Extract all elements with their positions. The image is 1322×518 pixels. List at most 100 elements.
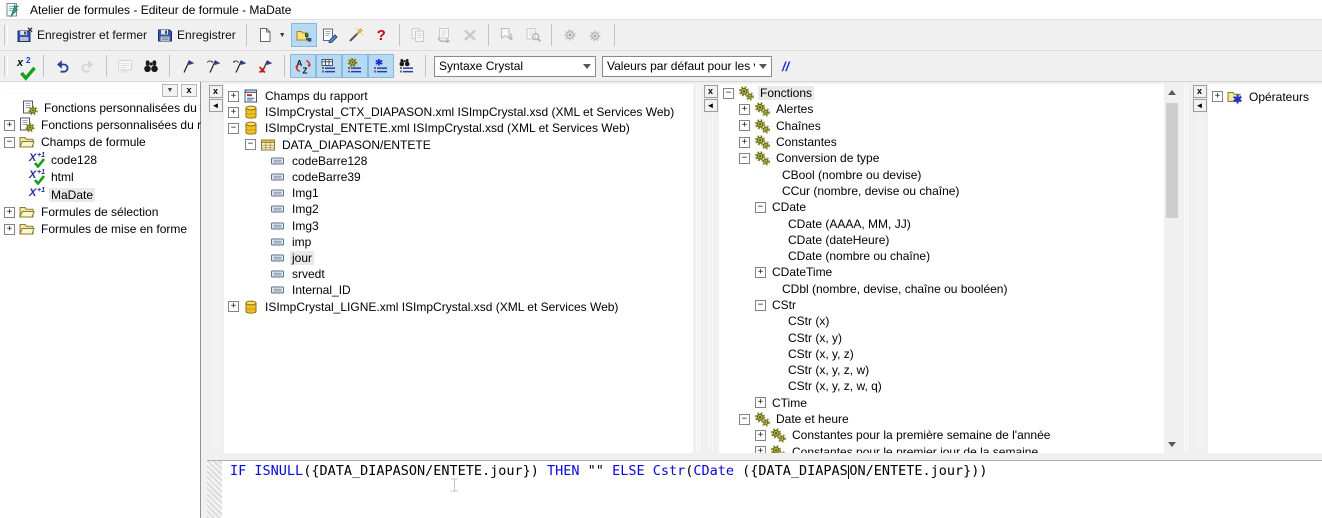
toolbar-gripper[interactable] xyxy=(4,56,8,76)
help-button[interactable]: ? xyxy=(369,23,394,48)
tree-item[interactable]: −Date et heure xyxy=(719,411,1164,427)
panel-close-button[interactable]: x xyxy=(181,84,197,97)
expand-toggle[interactable]: + xyxy=(755,446,766,453)
tree-item[interactable]: imp xyxy=(224,234,693,250)
clear-bookmarks-button[interactable] xyxy=(253,54,279,78)
expand-toggle[interactable]: + xyxy=(1212,91,1223,102)
horizontal-splitter[interactable] xyxy=(207,453,1322,460)
tree-item[interactable]: −CDate xyxy=(719,199,1164,215)
scrollbar-thumb[interactable] xyxy=(1166,103,1178,218)
save-close-button[interactable]: Enregistrer et fermer xyxy=(12,23,152,47)
syntax-select[interactable]: Syntaxe Crystal xyxy=(434,56,596,77)
operators-panel-collapse-button[interactable]: ◄ xyxy=(1193,99,1207,112)
prev-bookmark-button[interactable] xyxy=(227,54,253,78)
tree-item[interactable]: jour xyxy=(224,250,693,266)
tree-item[interactable]: +Alertes xyxy=(719,101,1164,117)
field-tree-toggle-button[interactable] xyxy=(316,54,342,78)
tree-item[interactable]: CStr (x, y) xyxy=(719,329,1164,345)
new-formula-button[interactable]: ▼ xyxy=(252,23,291,47)
null-defaults-select[interactable]: Valeurs par défaut pour les va xyxy=(602,56,772,77)
tree-item[interactable]: −Champs de formule xyxy=(0,134,200,151)
tree-item[interactable]: CDate (AAAA, MM, JJ) xyxy=(719,215,1164,231)
functions-panel-splitter[interactable] xyxy=(702,115,719,453)
expand-toggle[interactable]: − xyxy=(755,300,766,311)
tree-item[interactable]: +Chaînes xyxy=(719,118,1164,134)
tree-item[interactable]: −Fonctions xyxy=(719,85,1164,101)
functions-panel-close-button[interactable]: x xyxy=(704,85,718,98)
fields-panel-splitter[interactable] xyxy=(207,115,224,453)
tree-item[interactable]: +Fonctions personnalisées du réfé xyxy=(0,116,200,133)
expand-toggle[interactable]: + xyxy=(755,430,766,441)
scroll-up-arrow-icon[interactable] xyxy=(1164,84,1180,99)
next-bookmark-button[interactable] xyxy=(201,54,227,78)
tree-item[interactable]: +CTime xyxy=(719,395,1164,411)
tree-item[interactable]: +Champs du rapport xyxy=(224,88,693,104)
tree-item[interactable]: CStr (x) xyxy=(719,313,1164,329)
expand-toggle[interactable]: − xyxy=(245,139,256,150)
operator-tree-toggle-button[interactable] xyxy=(368,54,394,78)
save-button[interactable]: Enregistrer xyxy=(152,23,241,47)
tree-item[interactable]: −ISImpCrystal_ENTETE.xml ISImpCrystal.xs… xyxy=(224,120,693,136)
tree-item[interactable]: −Conversion de type xyxy=(719,150,1164,166)
tree-item[interactable]: CBool (nombre ou devise) xyxy=(719,166,1164,182)
tree-item[interactable]: +Constantes pour la première semaine de … xyxy=(719,427,1164,443)
tree-item[interactable]: srvedt xyxy=(224,266,693,282)
functions-scrollbar[interactable] xyxy=(1164,84,1180,453)
tree-item[interactable]: CDbl (nombre, devise, chaîne ou booléen) xyxy=(719,281,1164,297)
dropdown-arrow-icon[interactable]: ▼ xyxy=(279,32,286,39)
tree-item[interactable]: codeBarre39 xyxy=(224,169,693,185)
tree-item[interactable]: +Constantes xyxy=(719,134,1164,150)
scroll-down-arrow-icon[interactable] xyxy=(1164,438,1180,453)
tree-item[interactable]: CStr (x, y, z, w) xyxy=(719,362,1164,378)
formula-expert-button[interactable] xyxy=(343,23,369,47)
toolbar-gripper[interactable] xyxy=(4,25,8,45)
expand-toggle[interactable]: + xyxy=(739,120,750,131)
formula-text[interactable]: IF ISNULL({DATA_DIAPASON/ENTETE.jour}) T… xyxy=(222,461,987,518)
toggle-bookmark-button[interactable] xyxy=(175,54,201,78)
panel-gripper[interactable] xyxy=(6,88,159,93)
fields-panel-close-button[interactable]: x xyxy=(209,85,223,98)
operators-panel-close-button[interactable]: x xyxy=(1193,85,1207,98)
check-syntax-button[interactable]: x2 xyxy=(12,54,38,78)
expand-toggle[interactable]: − xyxy=(739,414,750,425)
tree-item[interactable]: −DATA_DIAPASON/ENTETE xyxy=(224,137,693,153)
expand-toggle[interactable]: + xyxy=(4,207,15,218)
expand-toggle[interactable]: + xyxy=(228,107,239,118)
tree-item[interactable]: +Formules de sélection xyxy=(0,203,200,220)
tree-item[interactable]: CDate (dateHeure) xyxy=(719,232,1164,248)
tree-item[interactable]: CDate (nombre ou chaîne) xyxy=(719,248,1164,264)
expand-toggle[interactable]: + xyxy=(228,91,239,102)
expand-toggle[interactable]: − xyxy=(228,123,239,134)
panel-menu-button[interactable]: ▼ xyxy=(162,84,178,97)
comment-button[interactable]: // xyxy=(775,55,796,78)
expand-toggle[interactable]: − xyxy=(723,88,734,99)
expand-toggle[interactable]: − xyxy=(4,137,15,148)
panel-splitter[interactable] xyxy=(693,84,702,453)
tree-item[interactable]: X+1MaDate xyxy=(0,186,200,203)
tree-item[interactable]: CStr (x, y, z, w, q) xyxy=(719,378,1164,394)
tree-item[interactable]: +Formules de mise en forme xyxy=(0,221,200,238)
tree-item[interactable]: Img3 xyxy=(224,218,693,234)
panel-splitter[interactable] xyxy=(1180,84,1191,453)
workshop-tree-toggle-button[interactable] xyxy=(291,23,317,47)
expand-toggle[interactable]: + xyxy=(755,397,766,408)
find-button[interactable] xyxy=(138,54,164,78)
rename-formula-button[interactable] xyxy=(317,23,343,47)
tree-item[interactable]: CStr (x, y, z) xyxy=(719,346,1164,362)
tree-item[interactable]: Fonctions personnalisées du rap xyxy=(0,99,200,116)
expand-toggle[interactable]: + xyxy=(755,267,766,278)
expand-toggle[interactable]: − xyxy=(755,202,766,213)
expand-toggle[interactable]: − xyxy=(739,153,750,164)
scrollbar-track[interactable] xyxy=(1164,99,1180,438)
expand-toggle[interactable]: + xyxy=(228,301,239,312)
tree-item[interactable]: +ISImpCrystal_CTX_DIAPASON.xml ISImpCrys… xyxy=(224,104,693,120)
tree-item[interactable]: −CStr xyxy=(719,297,1164,313)
expand-toggle[interactable]: + xyxy=(4,224,15,235)
tree-item[interactable]: Internal_ID xyxy=(224,282,693,298)
expand-toggle[interactable]: + xyxy=(739,137,750,148)
formula-editor[interactable]: IF ISNULL({DATA_DIAPASON/ENTETE.jour}) T… xyxy=(207,460,1322,518)
function-tree-toggle-button[interactable] xyxy=(342,54,368,78)
tree-item[interactable]: +ISImpCrystal_LIGNE.xml ISImpCrystal.xsd… xyxy=(224,298,693,314)
undo-button[interactable] xyxy=(49,54,75,78)
operators-panel-splitter[interactable] xyxy=(1191,115,1208,453)
